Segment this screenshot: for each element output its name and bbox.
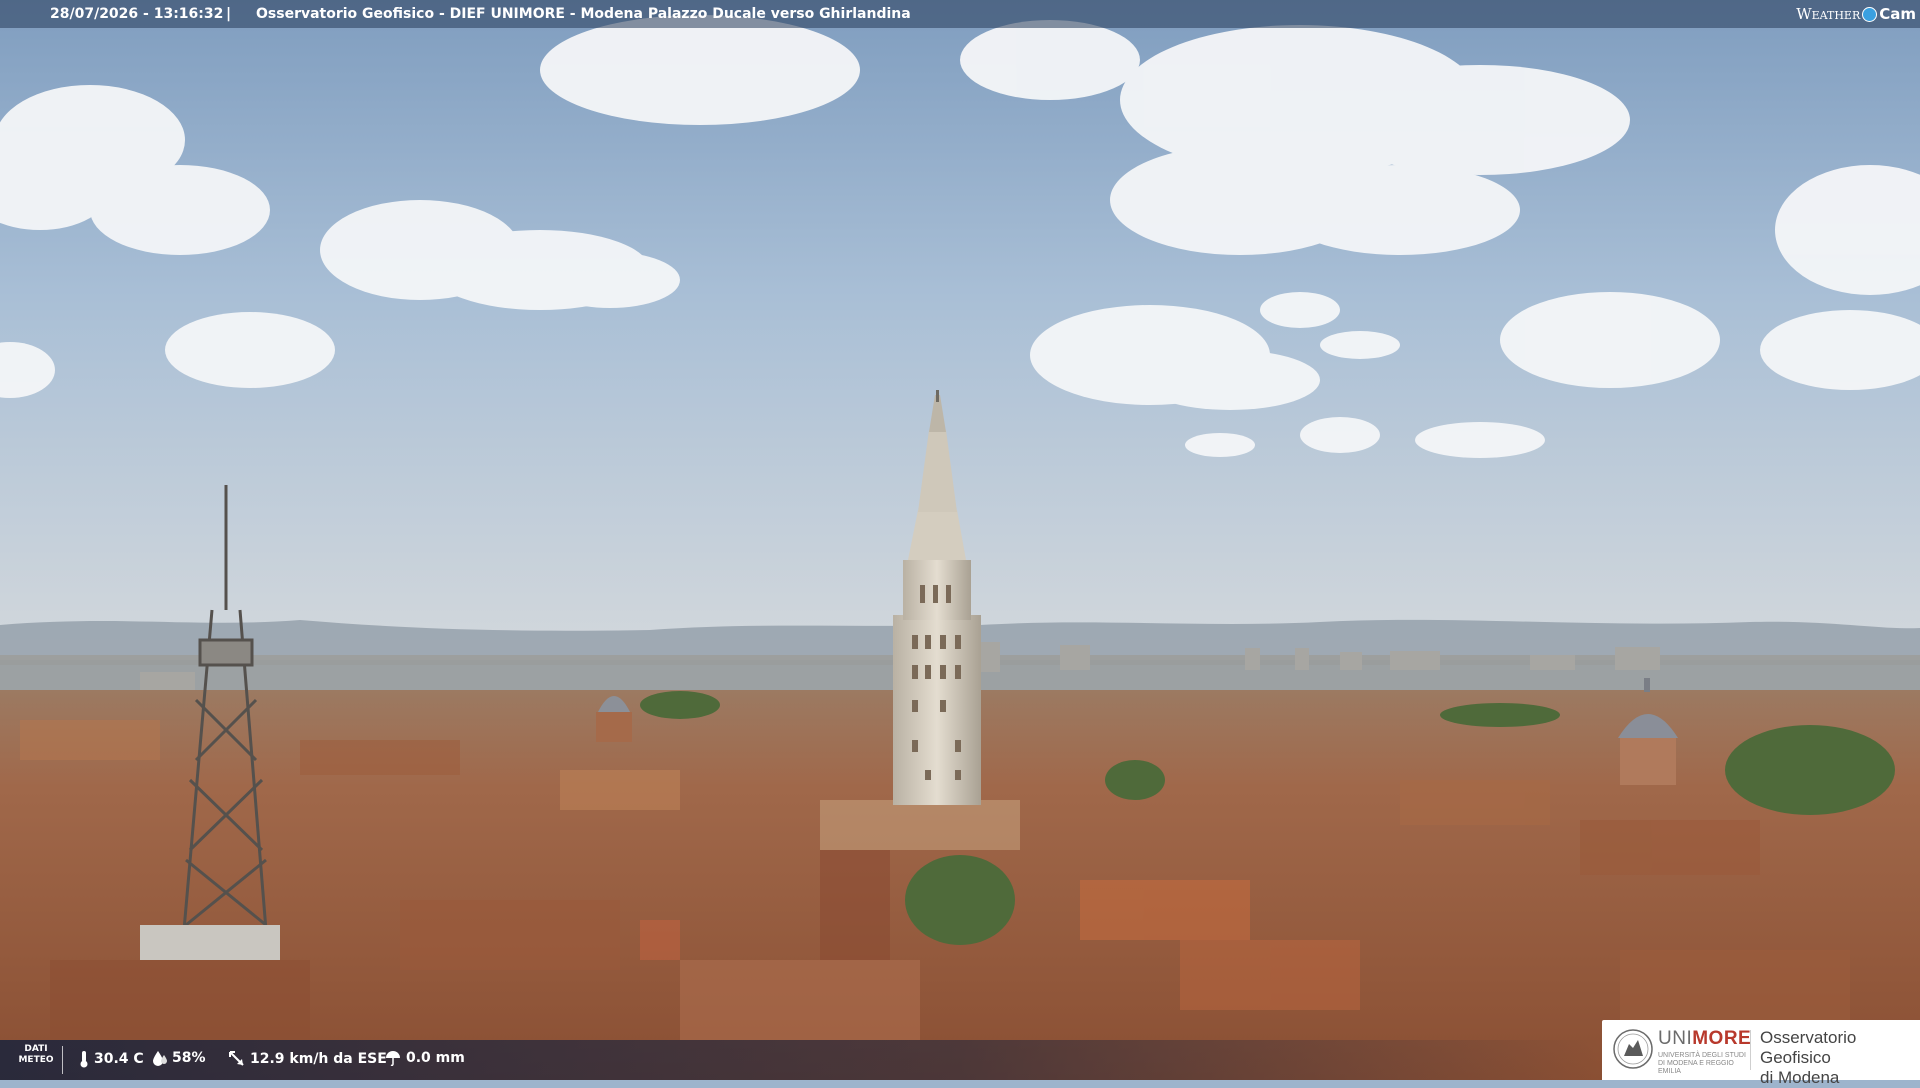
weather-divider [62, 1046, 63, 1074]
weather-label-line1: DATI [24, 1044, 48, 1054]
webcam-image [0, 0, 1920, 1080]
logo-divider [1750, 1030, 1751, 1070]
humidity-reading: 58% [152, 1050, 206, 1066]
uni-suffix: MORE [1692, 1028, 1752, 1049]
observatory-line1: Osservatorio Geofisico [1760, 1028, 1857, 1067]
temperature-reading: 30.4 C [78, 1050, 144, 1068]
temperature-value: 30.4 C [94, 1051, 144, 1067]
observatory-line2: di Modena [1760, 1068, 1840, 1087]
rain-gauge-icon [386, 1051, 400, 1066]
observatory-name: Osservatorio Geofisico di Modena [1760, 1028, 1920, 1088]
thermometer-icon [80, 1051, 88, 1068]
unimore-wordmark: UNIMORE [1658, 1028, 1751, 1050]
wind-value: 12.9 km/h da ESE [250, 1051, 387, 1067]
unimore-logo[interactable]: UNIMORE UNIVERSITÀ DEGLI STUDI DI MODENA… [1602, 1020, 1920, 1087]
weather-label: DATI METEO [18, 1044, 54, 1066]
info-bar: 28/07/2026 - 13:16:32 | Osservatorio Geo… [0, 0, 1920, 28]
uni-prefix: UNI [1658, 1028, 1693, 1049]
weathercam-logo[interactable]: Weather Cam [1796, 2, 1916, 26]
wind-icon [229, 1051, 244, 1066]
header-separator: | [226, 6, 232, 22]
rain-reading: 0.0 mm [384, 1050, 465, 1066]
humidity-value: 58% [172, 1050, 206, 1066]
timestamp: 28/07/2026 - 13:16:32 [50, 6, 224, 22]
camera-dot-icon [1862, 6, 1878, 22]
unimore-subtitle: UNIVERSITÀ DEGLI STUDI DI MODENA E REGGI… [1658, 1052, 1746, 1075]
camera-title: Osservatorio Geofisico - DIEF UNIMORE - … [256, 6, 911, 22]
humidity-icon [153, 1051, 167, 1066]
rain-value: 0.0 mm [406, 1050, 465, 1066]
wind-reading: 12.9 km/h da ESE [228, 1050, 387, 1068]
brand-weather: Weather [1796, 5, 1861, 23]
mast-base [140, 925, 280, 960]
weather-data-bar: DATI METEO 30.4 C 58% 12.9 km/h da ESE 0… [0, 1040, 1600, 1080]
brand-cam: Cam [1879, 5, 1916, 23]
unimore-seal-icon [1613, 1029, 1653, 1069]
weather-label-line2: METEO [18, 1055, 54, 1065]
